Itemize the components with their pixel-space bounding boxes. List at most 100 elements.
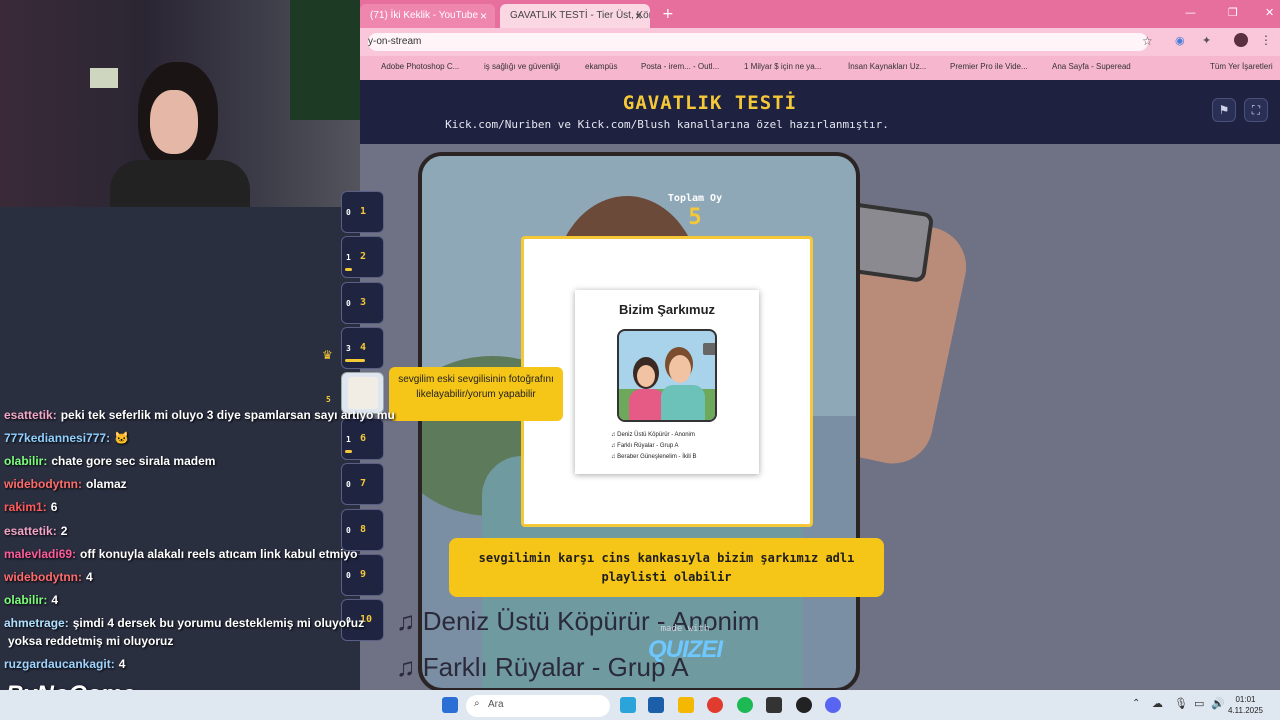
chat-username[interactable]: malevladi69: <box>4 547 76 561</box>
item-image: Bizim Şarkımuz ♫ Deniz Üstü Köpürür - An… <box>575 290 759 474</box>
bookmark-item[interactable]: Premier Pro ile Vide... <box>950 62 1028 71</box>
chat-text: peki tek seferlik mi oluyo 3 diye spamla… <box>60 408 395 422</box>
folder-icon[interactable] <box>678 697 694 713</box>
bookmark-item[interactable]: iş sağlığı ve güvenliği <box>484 62 560 71</box>
chat-message: malevladi69: off konuyla alakalı reels at… <box>4 547 358 561</box>
chat-message: 777kediannesi777: 🐱 <box>4 431 129 445</box>
tier-label: 2 <box>360 251 367 262</box>
close-icon[interactable]: × <box>635 9 642 23</box>
taskbar: Ara ⌕ ⌃ ☁ 🎙 ▭ 🔊 01:01 4.11.2025 <box>0 690 1280 720</box>
clock[interactable]: 01:01 4.11.2025 <box>1228 694 1263 716</box>
address-bar: y-on-stream ☆ ◉ ✦ ⋮ <box>360 28 1280 56</box>
chat-username[interactable]: 777kediannesi777: <box>4 431 110 445</box>
bookmark-folder[interactable]: Tüm Yer İşaretleri <box>1210 62 1273 71</box>
chat-username[interactable]: ahmetrage: <box>4 616 69 630</box>
bookmark-item[interactable]: Adobe Photoshop C... <box>381 62 459 71</box>
chrome-icon[interactable] <box>707 697 723 713</box>
tier-label: 3 <box>360 297 367 308</box>
tier-bar <box>345 268 352 271</box>
chat-text: 4 <box>86 570 93 584</box>
bookmark-item[interactable]: İnsan Kaynakları Uz... <box>848 62 926 71</box>
puzzle-icon[interactable]: ✦ <box>1202 34 1211 47</box>
bookmark-item[interactable]: Posta - irem... - Outl... <box>641 62 719 71</box>
chat-message: widebodytnn: olamaz <box>4 477 127 491</box>
extension-icon[interactable]: ◉ <box>1175 34 1185 47</box>
page-subtitle: Kick.com/Nuriben ve Kick.com/Blush kanal… <box>445 118 889 131</box>
network-icon[interactable]: ☁ <box>1152 697 1163 710</box>
tier-slot-2[interactable]: 12 <box>341 236 384 278</box>
monitor-icon[interactable]: ▭ <box>1194 697 1204 710</box>
chat-message: widebodytnn: 4 <box>4 570 93 584</box>
volume-icon[interactable]: 🔊 <box>1211 697 1225 710</box>
tab-youtube[interactable]: (71) İki Keklik - YouTube × <box>360 4 495 28</box>
menu-icon[interactable]: ⋮ <box>1260 33 1272 47</box>
app-header: GAVATLIK TESTİ Kick.com/Nuriben ve Kick.… <box>360 80 1280 144</box>
quizei-logo[interactable]: QUIZEI <box>635 636 735 664</box>
item-caption: sevgilimin karşı cins kankasıyla bizim ş… <box>449 538 884 597</box>
search-placeholder: Ara <box>488 699 504 710</box>
date: 4.11.2025 <box>1228 706 1263 715</box>
close-icon[interactable]: × <box>480 9 487 23</box>
chat-username[interactable]: widebodytnn: <box>4 477 82 491</box>
taskbar-search[interactable]: Ara <box>466 695 610 717</box>
time: 01:01 <box>1235 695 1256 704</box>
url-field[interactable]: y-on-stream <box>368 33 1148 51</box>
tier-label: 1 <box>360 206 367 217</box>
edge-icon[interactable] <box>620 697 636 713</box>
browser-tab-strip: (71) İki Keklik - YouTube × GAVATLIK TEST… <box>360 0 1280 28</box>
chat-message: rakim1: 6 <box>4 500 57 514</box>
star-icon[interactable]: ☆ <box>1142 34 1153 48</box>
chat-username[interactable]: esattetik: <box>4 408 57 422</box>
chat-username[interactable]: rakim1: <box>4 500 47 514</box>
total-votes-label: Toplam Oy <box>667 193 723 204</box>
maximize-icon[interactable]: ❐ <box>1228 6 1238 19</box>
app-icon[interactable] <box>796 697 812 713</box>
chat-overlay: esattetik: peki tek seferlik mi oluyo 3 d… <box>0 400 420 690</box>
windows-start-icon[interactable] <box>442 697 458 713</box>
chat-username[interactable]: widebodytnn: <box>4 570 82 584</box>
page-title: GAVATLIK TESTİ <box>622 92 798 114</box>
new-tab-button[interactable]: + <box>662 6 674 22</box>
crown-icon: ♛ <box>322 348 333 362</box>
tier-count: 3 <box>346 344 351 353</box>
tier-count: 0 <box>346 208 351 217</box>
chevron-up-icon[interactable]: ⌃ <box>1132 698 1140 709</box>
bookmark-item[interactable]: 1 Milyar $ için ne ya... <box>744 62 821 71</box>
chat-text: yoksa reddetmiş mi oluyoruz <box>8 634 174 648</box>
chat-text: 4 <box>118 657 126 671</box>
tab-gavatlik[interactable]: GAVATLIK TESTİ - Tier Üst, Kör × <box>500 4 650 28</box>
minimize-icon[interactable]: — <box>1185 6 1196 19</box>
chat-text: 2 <box>60 524 68 538</box>
url-text: y-on-stream <box>368 36 422 47</box>
chat-message: ahmetrage: şimdi 4 dersek bu yorumu deste… <box>4 616 364 630</box>
chat-message: esattetik: 2 <box>4 524 67 538</box>
tier-label: 4 <box>360 342 367 353</box>
flag-icon[interactable]: ⚑ <box>1212 98 1236 122</box>
close-window-icon[interactable]: ✕ <box>1265 6 1274 19</box>
spotify-icon[interactable] <box>737 697 753 713</box>
chat-username[interactable]: olabilir: <box>4 454 47 468</box>
total-votes-value: 5 <box>688 205 702 230</box>
chat-text: 🐱 <box>114 431 130 445</box>
tier-slot-3[interactable]: 03 <box>341 282 384 324</box>
store-icon[interactable] <box>648 697 664 713</box>
obs-icon[interactable] <box>766 697 782 713</box>
tier-slot-4[interactable]: 34 <box>341 327 384 369</box>
chat-text: 4 <box>51 593 59 607</box>
mic-icon[interactable]: 🎙 <box>1174 697 1188 710</box>
chat-username[interactable]: esattetik: <box>4 524 57 538</box>
chat-username[interactable]: olabilir: <box>4 593 47 607</box>
fullscreen-icon[interactable]: ⛶ <box>1244 98 1268 122</box>
chat-text: şimdi 4 dersek bu yorumu desteklemiş mi … <box>72 616 365 630</box>
chat-message: ruzgardaucankagit: 4 <box>4 657 125 671</box>
profile-avatar[interactable] <box>1234 33 1248 47</box>
tier-slot-1[interactable]: 01 <box>341 191 384 233</box>
search-icon: ⌕ <box>474 698 480 709</box>
chat-message: yoksa reddetmiş mi oluyoruz <box>4 634 173 648</box>
bookmark-item[interactable]: Ana Sayfa - Superead <box>1052 62 1131 71</box>
chat-username[interactable]: ruzgardaucankagit: <box>4 657 115 671</box>
chat-message: olabilir: 4 <box>4 593 58 607</box>
discord-icon[interactable] <box>825 697 841 713</box>
chat-text: olamaz <box>86 477 127 491</box>
bookmark-item[interactable]: ekampüs <box>585 62 617 71</box>
